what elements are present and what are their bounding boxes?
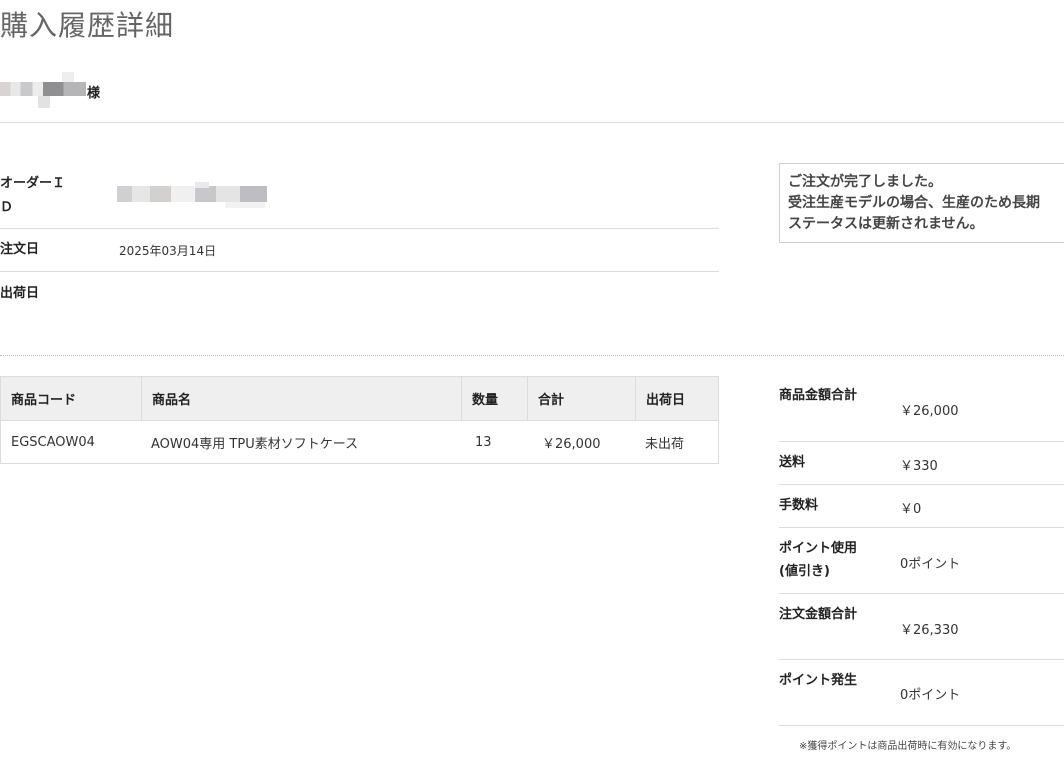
order-total-value: ￥26,330 <box>900 623 959 638</box>
points-earned-label: ポイント発生 <box>779 673 858 688</box>
header-ship-date: 出荷日 <box>635 377 719 420</box>
ship-date-label: 出荷日 <box>0 286 40 301</box>
section-divider <box>0 355 1064 356</box>
points-footnote: ※獲得ポイントは商品出荷時に有効になります。 <box>799 741 1017 752</box>
order-date-value: 2025年03月14日 <box>119 244 217 258</box>
points-used-label: ポイント使用(値引き) <box>779 541 858 579</box>
subtotal-value: ￥26,000 <box>900 404 959 419</box>
product-code: EGSCAOW04 <box>11 434 95 450</box>
customer-name: 様 <box>0 72 110 108</box>
table-row: EGSCAOW04 AOW04専用 TPU素材ソフトケース 13 ￥26,000… <box>1 421 718 463</box>
order-date-row: 注文日 2025年03月14日 <box>0 229 719 271</box>
line-ship-status: 未出荷 <box>645 436 685 452</box>
summary-row-subtotal: 商品金額合計 ￥26,000 <box>779 376 1064 442</box>
page-title: 購入履歴詳細 <box>0 9 175 42</box>
points-used-value: 0ポイント <box>900 557 961 572</box>
summary-row-shipping: 送料 ￥330 <box>779 442 1064 485</box>
order-complete-notice: ご注文が完了しました。 受注生産モデルの場合、生産のため長期 ステータスは更新さ… <box>779 163 1064 243</box>
quantity: 13 <box>475 434 492 450</box>
customer-honorific: 様 <box>87 86 101 101</box>
shipping-value: ￥330 <box>900 459 938 474</box>
redacted-order-id <box>117 186 267 202</box>
order-id-row: オーダーＩＤ <box>0 172 719 228</box>
items-table-header: 商品コード 商品名 数量 合計 出荷日 <box>1 377 718 421</box>
order-total-label: 注文金額合計 <box>779 607 858 622</box>
shipping-label: 送料 <box>779 455 806 470</box>
header-total: 合計 <box>527 377 635 420</box>
order-date-label: 注文日 <box>0 242 40 257</box>
summary-row-points-used: ポイント使用(値引き) 0ポイント <box>779 528 1064 594</box>
line-total: ￥26,000 <box>542 436 601 452</box>
notice-line-1: ご注文が完了しました。 <box>788 174 942 190</box>
fee-label: 手数料 <box>779 498 819 513</box>
product-name: AOW04専用 TPU素材ソフトケース <box>151 436 359 452</box>
summary-row-points-earned: ポイント発生 0ポイント <box>779 660 1064 726</box>
header-product-name: 商品名 <box>141 377 461 420</box>
header-quantity: 数量 <box>461 377 527 420</box>
redacted-customer-name <box>0 82 86 96</box>
points-earned-value: 0ポイント <box>900 688 961 703</box>
header-divider <box>0 122 1064 123</box>
summary-row-fee: 手数料 ￥0 <box>779 485 1064 528</box>
notice-line-2: 受注生産モデルの場合、生産のため長期 <box>788 195 1040 211</box>
notice-line-3: ステータスは更新されません。 <box>788 216 984 232</box>
ship-date-row: 出荷日 <box>0 272 719 314</box>
subtotal-label: 商品金額合計 <box>779 388 858 403</box>
fee-value: ￥0 <box>900 502 922 517</box>
items-table: 商品コード 商品名 数量 合計 出荷日 EGSCAOW04 AOW04専用 TP… <box>0 376 719 464</box>
order-id-label: オーダーＩＤ <box>0 176 66 215</box>
summary-row-order-total: 注文金額合計 ￥26,330 <box>779 594 1064 660</box>
header-product-code: 商品コード <box>11 393 77 408</box>
